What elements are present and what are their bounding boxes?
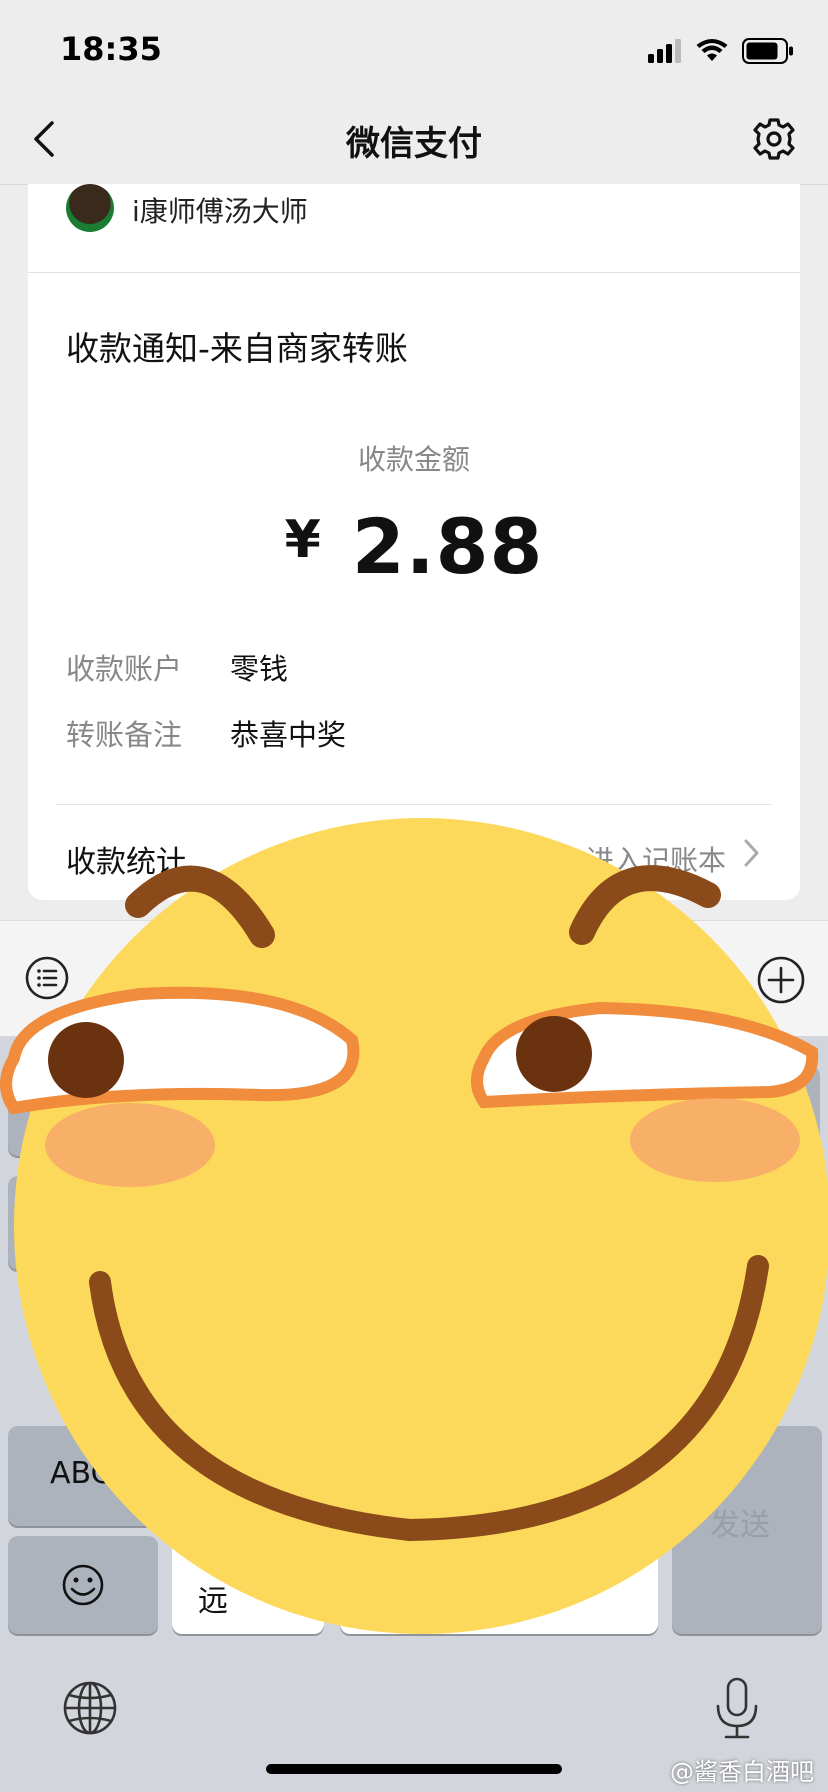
merchant-row[interactable]: i康师傅汤大师 xyxy=(28,184,800,273)
status-time: 18:35 xyxy=(60,30,162,68)
microphone-icon[interactable] xyxy=(712,1676,762,1742)
merchant-name: i康师傅汤大师 xyxy=(132,195,308,228)
watermark: @酱香白酒吧 xyxy=(670,1758,814,1786)
battery-icon xyxy=(742,38,793,64)
currency-symbol: ¥ xyxy=(284,510,322,570)
payment-notification-card: i康师傅汤大师 收款通知-来自商家转账 收款金额 ¥2.88 收款账户 零钱 转… xyxy=(28,184,800,900)
page-title: 微信支付 xyxy=(346,124,482,164)
wechat-pay-screen: 18:35 微信支付 i康师傅汤大师 收款通知-来自商家转账 收款金额 ¥ 2.… xyxy=(0,0,828,1792)
navigation-bar: 微信支付 xyxy=(0,96,828,185)
status-bar: 18:35 xyxy=(0,0,828,96)
account-value: 零钱 xyxy=(230,652,289,686)
notice-title: 收款通知-来自商家转账 xyxy=(66,329,408,368)
wifi-icon xyxy=(696,39,728,61)
remark-value: 恭喜中奖 xyxy=(230,718,347,752)
amount-display: ¥2.88 xyxy=(28,502,800,591)
globe-icon[interactable] xyxy=(62,1680,118,1736)
amount-value: 2.88 xyxy=(351,502,544,591)
signal-icon xyxy=(648,39,681,63)
merchant-logo xyxy=(66,184,114,232)
amount-label: 收款金额 xyxy=(357,443,470,476)
home-indicator[interactable] xyxy=(266,1764,562,1774)
remark-label: 转账备注 xyxy=(66,718,183,752)
smiling-face-sticker xyxy=(0,818,828,1634)
gear-icon[interactable] xyxy=(750,114,798,164)
account-label: 收款账户 xyxy=(66,652,183,686)
status-icons xyxy=(648,36,794,66)
